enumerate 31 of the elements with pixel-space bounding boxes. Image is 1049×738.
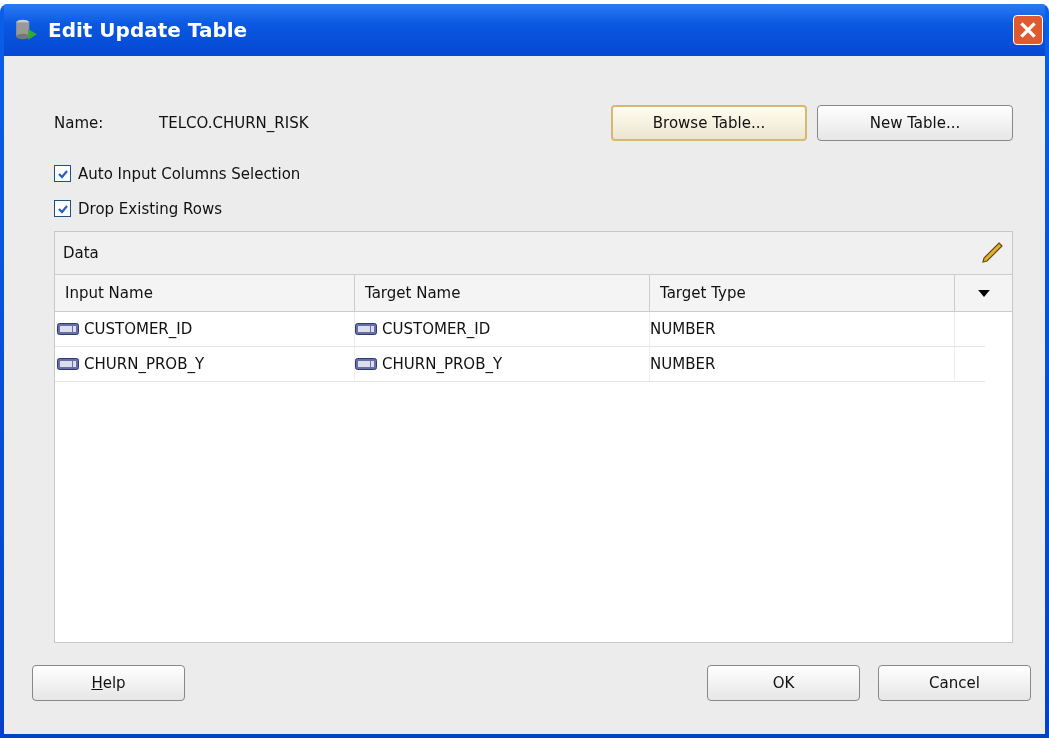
database-icon [14,17,38,43]
dialog-button[interactable]: Cancel [878,665,1031,701]
table-cell: NUMBER [650,312,955,346]
column-header[interactable]: Target Type [650,275,955,311]
close-icon [1017,19,1039,41]
table-button[interactable]: Browse Table... [611,105,807,141]
table-cell: CUSTOMER_ID [355,312,650,346]
string-type-icon [57,358,79,370]
window-title: Edit Update Table [48,18,249,42]
string-type-icon [57,323,79,335]
panel-title: Data [63,244,99,262]
table-cell: CUSTOMER_ID [55,312,355,346]
column-header[interactable]: Target Name [355,275,650,311]
column-header[interactable]: Input Name [55,275,355,311]
pencil-icon[interactable] [980,241,1004,265]
checkbox[interactable] [54,165,71,182]
name-label: Name: [54,114,105,132]
dialog-button[interactable]: Help [32,665,185,701]
name-value: TELCO.CHURN_RISK [159,114,309,132]
close-button[interactable] [1013,15,1043,45]
dialog-button[interactable]: OK [707,665,860,701]
table-cell: CHURN_PROB_Y [55,347,355,381]
table-cell: NUMBER [650,347,955,381]
checkbox-label[interactable]: Drop Existing Rows [78,199,223,218]
string-type-icon [355,358,377,370]
string-type-icon [355,323,377,335]
checkbox[interactable] [54,200,71,217]
table-button[interactable]: New Table... [817,105,1013,141]
dropdown-arrow-icon [977,289,990,297]
table-cell: CHURN_PROB_Y [355,347,650,381]
checkbox-label[interactable]: Auto Input Columns Selection [78,164,301,183]
